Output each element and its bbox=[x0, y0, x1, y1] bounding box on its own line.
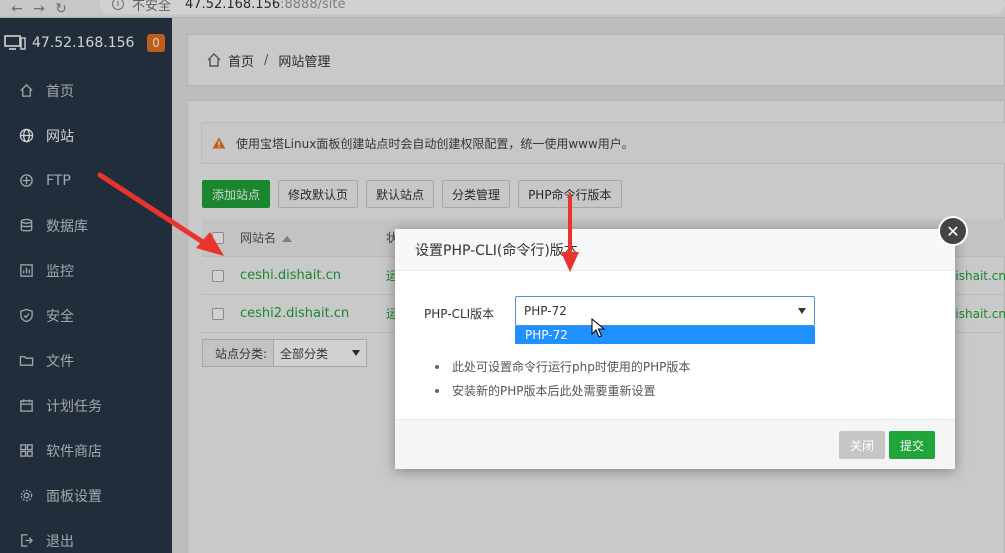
php-version-select[interactable]: PHP-72 bbox=[515, 296, 815, 326]
mouse-cursor-icon bbox=[591, 318, 605, 338]
dialog-footer: 关闭 提交 bbox=[395, 419, 955, 469]
dialog-tips: 此处可设置命令行运行php时使用的PHP版本 安装新的PHP版本后此处需要重新设… bbox=[435, 355, 690, 403]
close-button[interactable]: 关闭 bbox=[839, 431, 885, 459]
php-cli-version-label: PHP-CLI版本 bbox=[424, 307, 495, 321]
close-icon[interactable]: ✕ bbox=[938, 216, 968, 246]
chevron-down-icon bbox=[798, 308, 806, 314]
php-cli-dialog: 设置PHP-CLI(命令行)版本 PHP-CLI版本 PHP-72 PHP-72… bbox=[395, 229, 955, 469]
dialog-title: 设置PHP-CLI(命令行)版本 bbox=[395, 229, 955, 271]
php-version-option[interactable]: PHP-72 bbox=[515, 326, 815, 344]
php-version-select-value: PHP-72 bbox=[524, 304, 567, 318]
tip-item: 此处可设置命令行运行php时使用的PHP版本 bbox=[435, 355, 690, 379]
tip-item: 安装新的PHP版本后此处需要重新设置 bbox=[435, 379, 690, 403]
submit-button[interactable]: 提交 bbox=[889, 431, 935, 459]
